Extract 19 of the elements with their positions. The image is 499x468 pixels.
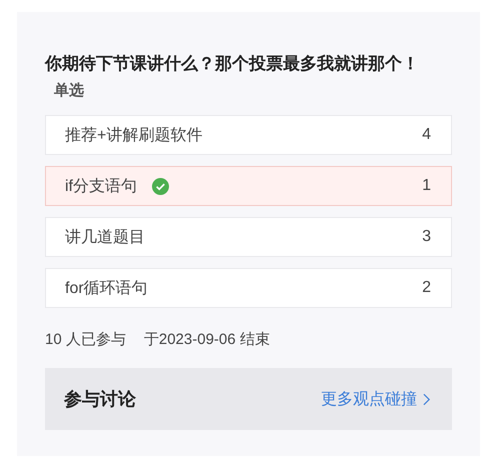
vote-count: 1 (422, 177, 431, 195)
poll-type-label: 单选 (54, 81, 85, 100)
vote-count: 3 (422, 228, 431, 246)
option-label: 讲几道题目 (65, 228, 145, 248)
option-label: for循环语句 (65, 278, 148, 298)
poll-title: 你期待下节课讲什么？那个投票最多我就讲那个！ (45, 53, 420, 75)
vote-count: 2 (422, 279, 431, 297)
chevron-icon (423, 392, 430, 406)
option-label: 推荐+讲解刷题软件 (65, 126, 202, 146)
poll-option[interactable]: if分支语句 1 (45, 166, 452, 206)
option-label: if分支语句 (65, 176, 137, 196)
poll-option[interactable]: 推荐+讲解刷题软件 4 (45, 115, 452, 155)
end-date: 于2023-09-06 结束 (144, 330, 270, 349)
vote-count: 4 (422, 126, 431, 144)
participant-count: 10 人已参与 (45, 330, 126, 349)
check-icon (152, 178, 169, 194)
discussion-title: 参与讨论 (64, 388, 136, 411)
poll-option[interactable]: 讲几道题目 3 (45, 217, 452, 257)
poll-option[interactable]: for循环语句 2 (45, 268, 452, 308)
